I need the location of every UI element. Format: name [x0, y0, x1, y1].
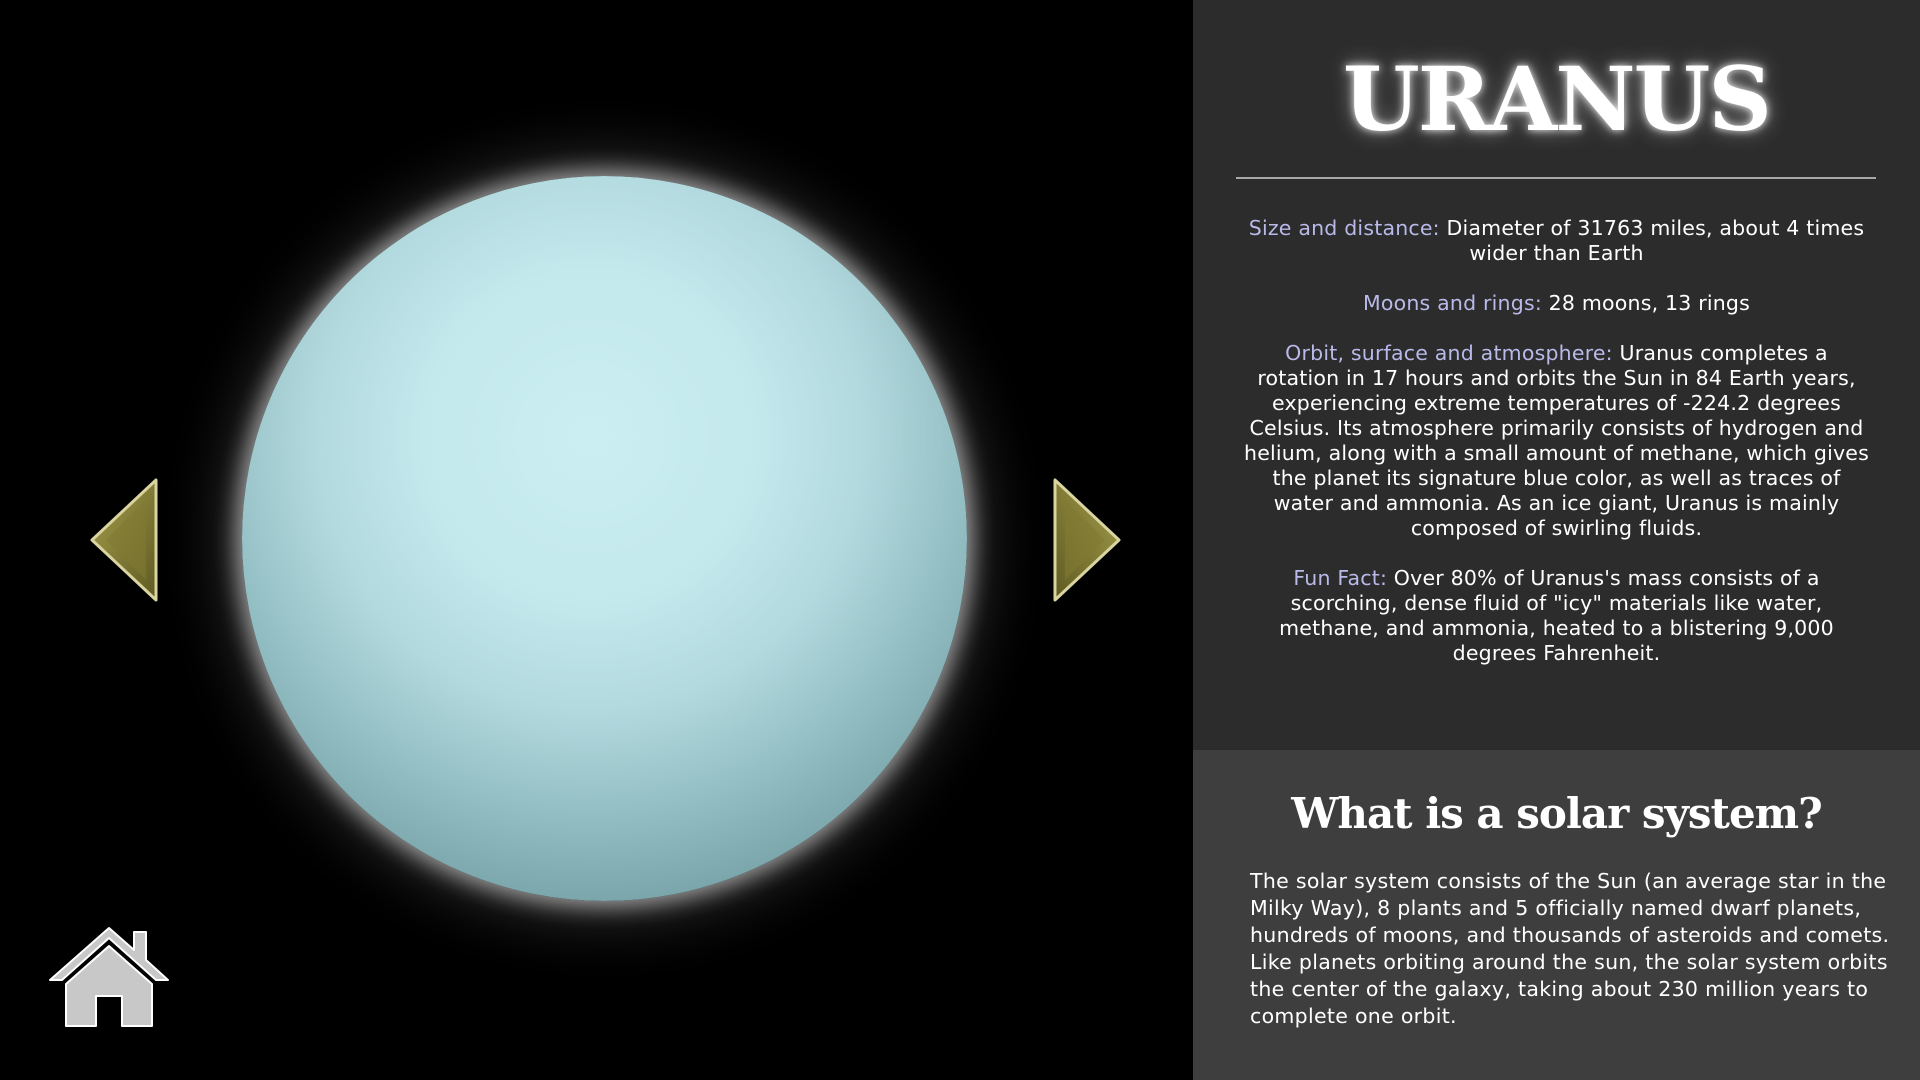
uranus-planet-image: [242, 176, 967, 901]
planet-title: URANUS: [1343, 47, 1772, 151]
fact-label: Moons and rings:: [1362, 291, 1542, 315]
left-arrow-icon: [90, 478, 158, 602]
right-arrow-icon: [1053, 478, 1121, 602]
fact-text: 28 moons, 13 rings: [1541, 291, 1751, 315]
solar-system-section: What is a solar system? The solar system…: [1193, 750, 1920, 1080]
home-button[interactable]: [46, 924, 172, 1030]
planet-facts: Size and distance: Diameter of 31763 mil…: [1243, 216, 1870, 691]
fact-text: Uranus completes a rotation in 17 hours …: [1244, 341, 1869, 540]
solar-system-title: What is a solar system?: [1291, 789, 1822, 838]
fact-size-distance: Size and distance: Diameter of 31763 mil…: [1243, 216, 1870, 266]
previous-planet-button[interactable]: [84, 470, 164, 610]
fact-fun-fact: Fun Fact: Over 80% of Uranus's mass cons…: [1243, 566, 1870, 666]
fact-moons-rings: Moons and rings: 28 moons, 13 rings: [1243, 291, 1870, 316]
planet-info-section: URANUS Size and distance: Diameter of 31…: [1193, 0, 1920, 750]
solar-system-description: The solar system consists of the Sun (an…: [1250, 869, 1890, 1028]
next-planet-button[interactable]: [1047, 470, 1127, 610]
fact-label: Orbit, surface and atmosphere:: [1285, 341, 1613, 365]
info-panel: URANUS Size and distance: Diameter of 31…: [1193, 0, 1920, 1080]
planet-view: [0, 0, 1193, 1080]
title-divider: [1236, 177, 1876, 179]
fact-label: Fun Fact:: [1293, 566, 1388, 590]
fact-orbit-surface-atmosphere: Orbit, surface and atmosphere: Uranus co…: [1243, 341, 1870, 541]
fact-text: Diameter of 31763 miles, about 4 times w…: [1439, 216, 1865, 265]
home-icon: [49, 927, 169, 1027]
fact-label: Size and distance:: [1248, 216, 1440, 240]
